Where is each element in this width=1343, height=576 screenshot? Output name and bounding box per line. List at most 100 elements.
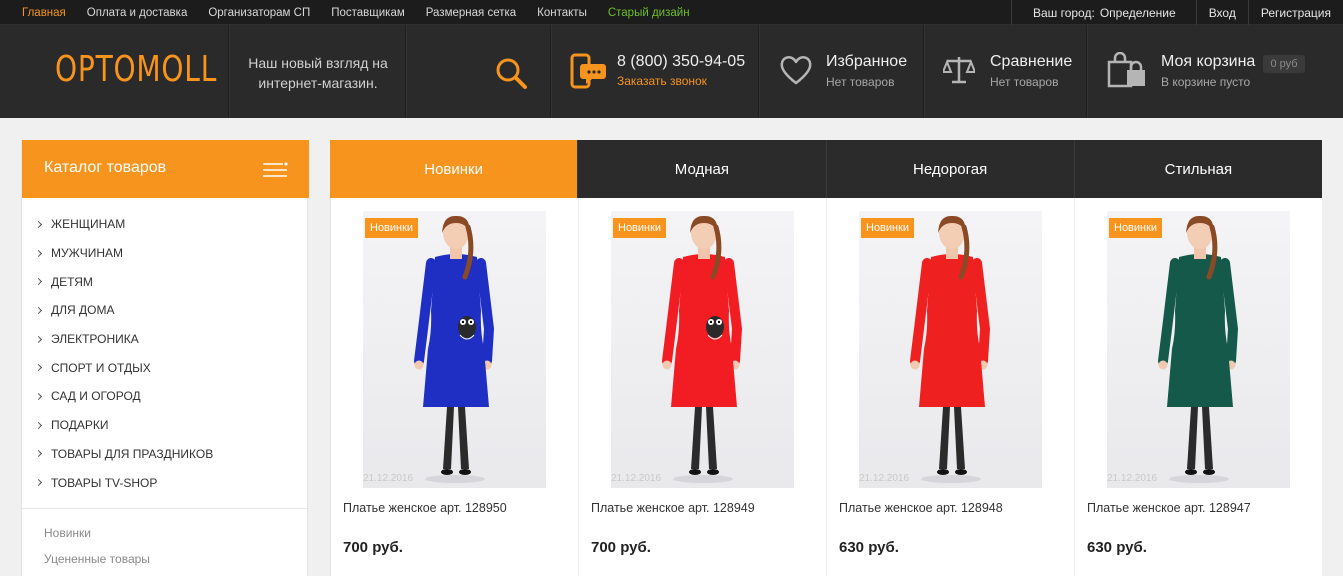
menu-icon[interactable] (263, 162, 289, 178)
account-bar: Ваш город: Определение Вход Регистрация (1010, 0, 1343, 25)
cart-total-badge: 0 руб (1263, 55, 1305, 73)
product-card[interactable]: Новинки 21.12.2016 Платье женское арт. 1… (826, 198, 1074, 576)
top-bar: Главная Оплата и доставка Организаторам … (0, 0, 1343, 25)
product-name[interactable]: Платье женское арт. 128950 (343, 501, 507, 515)
heart-icon[interactable] (779, 54, 813, 86)
chevron-right-icon (34, 278, 43, 286)
product-name[interactable]: Платье женское арт. 128948 (839, 501, 1003, 515)
city-label: Ваш город: (1032, 5, 1095, 20)
category-label: САД И ОГОРОД (51, 389, 141, 404)
chevron-right-icon (34, 249, 43, 257)
compare-title[interactable]: Сравнение (990, 53, 1072, 71)
login-link[interactable]: Вход (1195, 0, 1248, 25)
category-label: МУЖЧИНАМ (51, 246, 123, 261)
category-label: ТОВАРЫ ДЛЯ ПРАЗДНИКОВ (51, 446, 214, 461)
product-tabs: Новинки Модная Недорогая Стильная (330, 140, 1322, 198)
link-discounted-items[interactable]: Уцененные товары (44, 551, 150, 576)
new-badge: Новинки (861, 218, 915, 238)
product-card[interactable]: Новинки 21.12.2016 Платье женское арт. 1… (330, 198, 578, 576)
product-image[interactable] (363, 211, 546, 488)
shopping-bags-icon[interactable] (1107, 52, 1147, 88)
scales-icon[interactable] (943, 54, 975, 86)
product-image[interactable] (611, 211, 794, 488)
callback-link[interactable]: Заказать звонок (617, 74, 707, 88)
category-label: ЖЕНЩИНАМ (51, 217, 126, 232)
search-cell (406, 25, 551, 118)
catalog-header[interactable]: Каталог товаров (22, 140, 309, 198)
favorites-title[interactable]: Избранное (826, 53, 907, 71)
chevron-right-icon (34, 450, 43, 458)
top-nav-suppliers[interactable]: Поставщикам (331, 7, 405, 19)
category-home[interactable]: ДЛЯ ДОМА (22, 296, 309, 325)
category-kids[interactable]: ДЕТЯМ (22, 267, 309, 296)
chevron-right-icon (34, 306, 43, 314)
new-badge: Новинки (613, 218, 667, 238)
category-women[interactable]: ЖЕНЩИНАМ (22, 210, 309, 239)
product-card[interactable]: Новинки 21.12.2016 Платье женское арт. 1… (1074, 198, 1322, 576)
category-gifts[interactable]: ПОДАРКИ (22, 411, 309, 440)
top-nav-size-chart[interactable]: Размерная сетка (426, 7, 516, 19)
product-image[interactable] (859, 211, 1042, 488)
chevron-right-icon (34, 392, 43, 401)
category-label: ДЕТЯМ (51, 274, 93, 289)
top-nav-contacts[interactable]: Контакты (537, 7, 587, 19)
new-badge: Новинки (1109, 218, 1163, 238)
divider (22, 508, 307, 509)
category-garden[interactable]: САД И ОГОРОД (22, 382, 309, 411)
top-nav-home[interactable]: Главная (22, 7, 66, 19)
product-name[interactable]: Платье женское арт. 128949 (591, 501, 755, 515)
category-label: ПОДАРКИ (51, 418, 109, 433)
top-nav: Главная Оплата и доставка Организаторам … (22, 0, 711, 25)
category-label: ДЛЯ ДОМА (51, 303, 115, 318)
top-nav-payment-delivery[interactable]: Оплата и доставка (87, 7, 188, 19)
chevron-right-icon (34, 335, 43, 343)
product-card[interactable]: Новинки 21.12.2016 Платье женское арт. 1… (578, 198, 826, 576)
product-price: 630 руб. (839, 539, 899, 556)
city-value[interactable]: Определение (1100, 6, 1176, 20)
tab-fashionable[interactable]: Модная (577, 140, 826, 198)
register-link[interactable]: Регистрация (1247, 0, 1343, 25)
category-electronics[interactable]: ЭЛЕКТРОНИКА (22, 325, 309, 354)
category-holidays[interactable]: ТОВАРЫ ДЛЯ ПРАЗДНИКОВ (22, 440, 309, 469)
phone-chat-icon (570, 53, 606, 89)
phone-number[interactable]: 8 (800) 350-94-05 (617, 53, 745, 71)
product-image[interactable] (1107, 211, 1290, 488)
link-new-items[interactable]: Новинки (44, 525, 150, 551)
compare-status: Нет товаров (990, 75, 1059, 89)
category-tv-shop[interactable]: ТОВАРЫ TV-SHOP (22, 468, 309, 497)
cart-title[interactable]: Моя корзина (1161, 53, 1255, 71)
catalog-title: Каталог товаров (44, 159, 167, 176)
chevron-right-icon (34, 220, 43, 228)
tab-stylish[interactable]: Стильная (1073, 140, 1322, 198)
product-date: 21.12.2016 (1107, 473, 1158, 484)
product-grid: Новинки 21.12.2016 Платье женское арт. 1… (330, 198, 1322, 576)
category-sport[interactable]: СПОРТ И ОТДЫХ (22, 353, 309, 382)
product-price: 700 руб. (591, 539, 651, 556)
product-date: 21.12.2016 (859, 473, 910, 484)
tab-new[interactable]: Новинки (330, 140, 578, 198)
top-nav-organizers[interactable]: Организаторам СП (208, 7, 310, 19)
model-figure (662, 215, 743, 483)
cart-status: В корзине пусто (1161, 75, 1251, 89)
tab-inexpensive[interactable]: Недорогая (825, 140, 1074, 198)
city-selector[interactable]: Ваш город: Определение (1010, 0, 1196, 25)
catalog-links: Новинки Уцененные товары (44, 525, 150, 576)
catalog-sidebar: Каталог товаров ЖЕНЩИНАМ МУЖЧИНАМ ДЕТЯМ … (21, 140, 309, 576)
site-header: OPTOMOLL Наш новый взгляд на интернет-ма… (0, 25, 1343, 118)
category-men[interactable]: МУЖЧИНАМ (22, 239, 309, 268)
product-name[interactable]: Платье женское арт. 128947 (1087, 501, 1251, 515)
product-price: 630 руб. (1087, 539, 1147, 556)
product-price: 700 руб. (343, 539, 403, 556)
site-logo[interactable]: OPTOMOLL (55, 49, 217, 90)
site-slogan: Наш новый взгляд на интернет-магазин. (248, 55, 388, 91)
chevron-right-icon (34, 364, 43, 372)
new-badge: Новинки (365, 218, 419, 238)
model-figure (414, 215, 495, 483)
product-date: 21.12.2016 (363, 473, 414, 484)
model-figure (1158, 215, 1239, 483)
category-label: ЭЛЕКТРОНИКА (51, 332, 139, 347)
search-icon[interactable] (494, 56, 528, 90)
product-date: 21.12.2016 (611, 473, 662, 484)
category-list: ЖЕНЩИНАМ МУЖЧИНАМ ДЕТЯМ ДЛЯ ДОМА ЭЛЕКТРО… (22, 210, 309, 497)
top-nav-old-design[interactable]: Старый дизайн (608, 7, 690, 19)
